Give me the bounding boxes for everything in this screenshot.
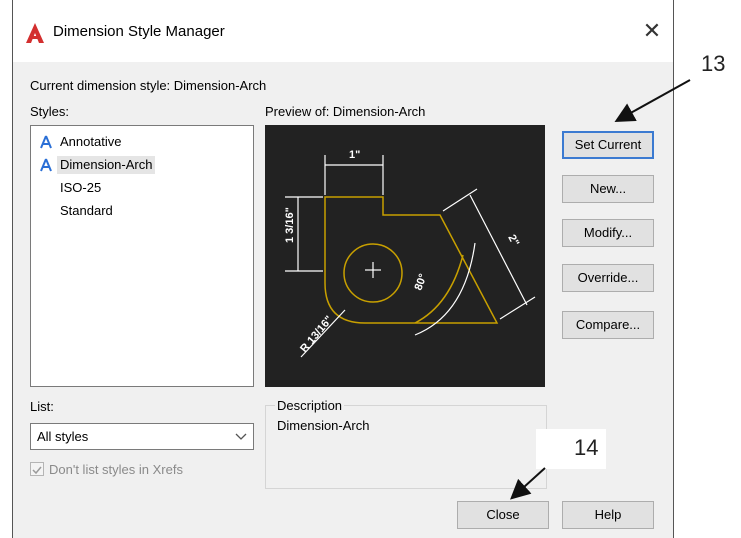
callout-arrow-14 <box>510 467 546 500</box>
callout-arrows <box>510 79 691 500</box>
callout-arrow-13 <box>614 79 691 122</box>
